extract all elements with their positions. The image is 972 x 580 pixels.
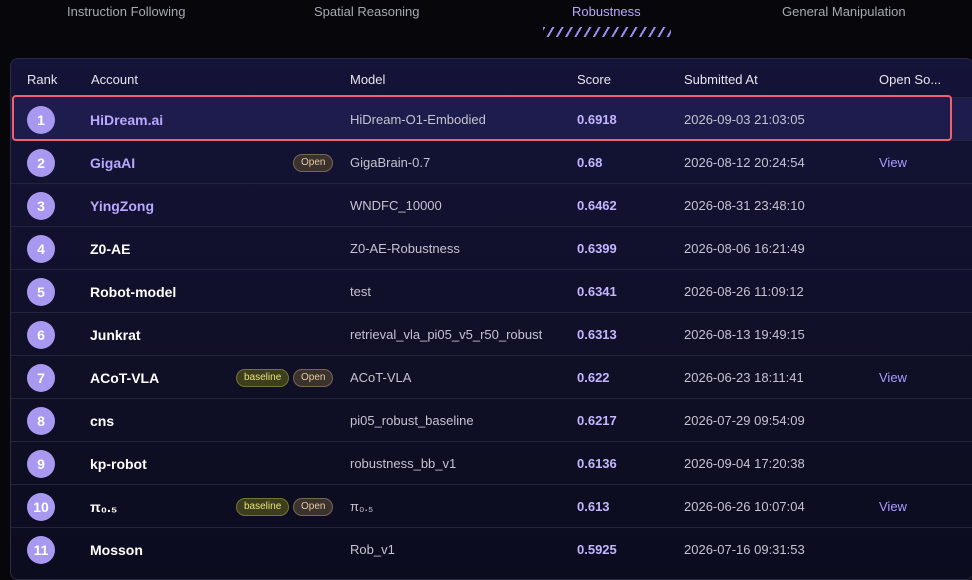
rank-badge: 4	[27, 235, 55, 263]
account-name[interactable]: GigaAI	[90, 155, 135, 171]
account-name[interactable]: Z0-AE	[90, 241, 130, 257]
account-name[interactable]: YingZong	[90, 198, 154, 214]
score-value: 0.6462	[577, 198, 617, 213]
account-name[interactable]: HiDream.ai	[90, 112, 163, 128]
rank-badge: 1	[27, 106, 55, 134]
score-value: 0.6217	[577, 413, 617, 428]
score-value: 0.6136	[577, 456, 617, 471]
table-row[interactable]: 11 Mosson Rob_v1 0.5925 2026-07-16 09:31:53	[11, 527, 972, 570]
table-row[interactable]: 2 GigaAI Open GigaBrain-0.7 0.68 2026-08-12 2…	[11, 140, 972, 183]
model-name: π₀.₅	[350, 499, 374, 514]
tab-spatial-reasoning[interactable]: Spatial Reasoning	[314, 4, 420, 19]
table-row[interactable]: 1 HiDream.ai HiDream-O1-Embodied 0.6918 2026…	[11, 97, 972, 140]
active-tab-indicator	[543, 27, 671, 37]
rank-badge: 3	[27, 192, 55, 220]
table-row[interactable]: 7 ACoT-VLA Open baseline ACoT-VLA 0.622 2026-0…	[11, 355, 972, 398]
rank-badge: 2	[27, 149, 55, 177]
leaderboard-table: Rank Account Model Score Submitted At Op…	[10, 58, 972, 580]
view-link[interactable]: View	[879, 370, 907, 385]
header-rank[interactable]: Rank	[27, 72, 57, 87]
score-value: 0.68	[577, 155, 603, 170]
rank-badge: 11	[27, 536, 55, 564]
baseline-badge: baseline	[236, 498, 290, 516]
submitted-at: 2026-09-04 17:20:38	[684, 456, 805, 471]
tab-instruction-following[interactable]: Instruction Following	[67, 4, 186, 19]
table-row[interactable]: 8 cns pi05_robust_baseline 0.6217 2026-07-29…	[11, 398, 972, 441]
submitted-at: 2026-06-26 10:07:04	[684, 499, 805, 514]
model-name: retrieval_vla_pi05_v5_r50_robust	[350, 327, 543, 342]
rank-badge: 7	[27, 364, 55, 392]
table-row[interactable]: 9 kp-robot robustness_bb_v1 0.6136 2026-09-0…	[11, 441, 972, 484]
score-value: 0.613	[577, 499, 610, 514]
score-value: 0.6313	[577, 327, 617, 342]
model-name: Z0-AE-Robustness	[350, 241, 460, 256]
leaderboard-tabs: Instruction Following Spatial Reasoning …	[0, 0, 972, 48]
rank-badge: 6	[27, 321, 55, 349]
table-row[interactable]: 3 YingZong WNDFC_10000 0.6462 2026-08-31 23:…	[11, 183, 972, 226]
header-score[interactable]: Score	[577, 72, 611, 87]
score-value: 0.622	[577, 370, 610, 385]
table-row[interactable]: 5 Robot-model test 0.6341 2026-08-26 11:09:1…	[11, 269, 972, 312]
rank-badge: 5	[27, 278, 55, 306]
table-row[interactable]: 4 Z0-AE Z0-AE-Robustness 0.6399 2026-08-06 1…	[11, 226, 972, 269]
tab-general-manipulation[interactable]: General Manipulation	[782, 4, 906, 19]
account-name[interactable]: cns	[90, 413, 114, 429]
model-name: Rob_v1	[350, 542, 395, 557]
model-name: test	[350, 284, 371, 299]
submitted-at: 2026-08-26 11:09:12	[684, 284, 804, 299]
rank-badge: 8	[27, 407, 55, 435]
submitted-at: 2026-08-31 23:48:10	[684, 198, 805, 213]
tab-robustness[interactable]: Robustness	[572, 4, 641, 19]
submitted-at: 2026-07-29 09:54:09	[684, 413, 805, 428]
score-value: 0.6341	[577, 284, 617, 299]
header-model[interactable]: Model	[350, 72, 385, 87]
view-link[interactable]: View	[879, 155, 907, 170]
submitted-at: 2026-06-23 18:11:41	[684, 370, 804, 385]
account-name[interactable]: Mosson	[90, 542, 143, 558]
account-name[interactable]: kp-robot	[90, 456, 147, 472]
open-badge: Open	[293, 154, 334, 172]
model-name: robustness_bb_v1	[350, 456, 457, 471]
model-name: GigaBrain-0.7	[350, 155, 431, 170]
header-open-source[interactable]: Open So...	[879, 72, 941, 87]
table-header: Rank Account Model Score Submitted At Op…	[11, 59, 972, 99]
submitted-at: 2026-08-13 19:49:15	[684, 327, 805, 342]
table-row[interactable]: 10 π₀.₅ Open baseline π₀.₅ 0.613 2026-06-26 10…	[11, 484, 972, 527]
submitted-at: 2026-08-06 16:21:49	[684, 241, 805, 256]
header-account[interactable]: Account	[91, 72, 138, 87]
model-name: pi05_robust_baseline	[350, 413, 474, 428]
submitted-at: 2026-09-03 21:03:05	[684, 112, 805, 127]
rank-badge: 9	[27, 450, 55, 478]
open-badge: Open	[293, 369, 334, 387]
model-name: WNDFC_10000	[350, 198, 442, 213]
open-badge: Open	[293, 498, 334, 516]
submitted-at: 2026-08-12 20:24:54	[684, 155, 805, 170]
account-name[interactable]: π₀.₅	[90, 499, 117, 515]
table-row[interactable]: 6 Junkrat retrieval_vla_pi05_v5_r50_robust…	[11, 312, 972, 355]
account-name[interactable]: Junkrat	[90, 327, 141, 343]
score-value: 0.5925	[577, 542, 617, 557]
model-name: HiDream-O1-Embodied	[350, 112, 486, 127]
account-name[interactable]: ACoT-VLA	[90, 370, 159, 386]
submitted-at: 2026-07-16 09:31:53	[684, 542, 805, 557]
score-value: 0.6918	[577, 112, 617, 127]
header-submitted-at[interactable]: Submitted At	[684, 72, 758, 87]
baseline-badge: baseline	[236, 369, 290, 387]
score-value: 0.6399	[577, 241, 617, 256]
view-link[interactable]: View	[879, 499, 907, 514]
model-name: ACoT-VLA	[350, 370, 412, 385]
account-name[interactable]: Robot-model	[90, 284, 176, 300]
rank-badge: 10	[27, 493, 55, 521]
